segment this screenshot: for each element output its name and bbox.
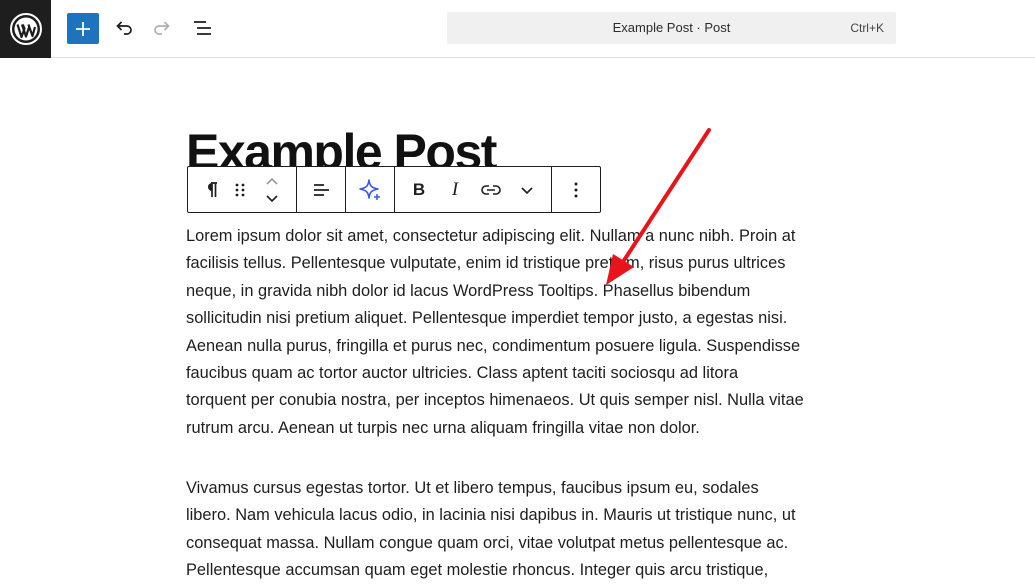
paragraph-line: torquent per conubia nostra, per incepto…	[186, 391, 804, 410]
move-up-down-buttons[interactable]	[258, 167, 286, 212]
align-button[interactable]	[297, 167, 345, 212]
paragraph-line: Pellentesque accumsan quam eget molestie…	[186, 561, 769, 580]
italic-button[interactable]: I	[441, 167, 469, 212]
wordpress-logo[interactable]	[0, 0, 51, 58]
document-overview-button[interactable]	[191, 16, 215, 40]
wordpress-logo-icon	[9, 13, 42, 45]
document-title: Example Post · Post	[612, 20, 731, 35]
more-formats-button[interactable]	[514, 167, 540, 212]
drag-handle-icon	[235, 183, 245, 196]
paragraph-line: neque, in gravida nibh dolor id lacus Wo…	[186, 281, 751, 300]
bold-button[interactable]: B	[405, 167, 433, 212]
redo-icon	[154, 21, 170, 35]
pilcrow-icon	[208, 181, 217, 197]
paragraph-line: Aenean nulla purus, fringilla et purus n…	[186, 336, 801, 355]
block-toolbar: B I	[187, 166, 601, 213]
add-block-button[interactable]	[67, 13, 99, 44]
paragraph-line: facilisis tellus. Pellentesque vulputate…	[186, 254, 786, 273]
shortcut-hint: Ctrl+K	[850, 21, 884, 35]
paragraph-block[interactable]: Lorem ipsum dolor sit amet, consectetur …	[186, 223, 876, 442]
undo-icon	[116, 21, 132, 35]
paragraph-line: rutrum arcu. Aenean ut turpis nec urna a…	[186, 418, 700, 437]
sparkle-icon	[359, 178, 380, 200]
chevron-up-down-icon	[266, 177, 278, 202]
paragraph-line: sollicitudin nisi pretium aliquet. Pelle…	[186, 309, 788, 328]
block-options-button[interactable]	[552, 167, 600, 212]
paragraph-line: Vivamus cursus egestas tortor. Ut et lib…	[186, 479, 759, 497]
paragraph-line: Lorem ipsum dolor sit amet, consectetur …	[186, 227, 796, 245]
more-vertical-icon	[574, 182, 578, 197]
link-button[interactable]	[476, 167, 506, 212]
link-icon	[481, 184, 501, 195]
paragraph-line: faucibus quam ac tortor auctor ultricies…	[186, 364, 739, 383]
undo-button[interactable]	[111, 16, 135, 40]
command-palette-bar[interactable]: Example Post · Post Ctrl+K	[447, 12, 896, 44]
redo-button[interactable]	[151, 16, 175, 40]
paragraph-block[interactable]: Vivamus cursus egestas tortor. Ut et lib…	[186, 475, 876, 585]
block-type-button[interactable]	[196, 167, 226, 212]
paragraph-line: consequat massa. Nullam congue quam orci…	[186, 533, 789, 552]
drag-handle[interactable]	[230, 167, 250, 212]
paragraph-line: libero. Nam vehicula lacus odio, in laci…	[186, 506, 796, 525]
editor-header: Example Post · Post Ctrl+K	[0, 0, 1035, 58]
chevron-down-icon	[521, 186, 533, 194]
align-left-icon	[314, 183, 329, 196]
list-view-icon	[194, 21, 211, 35]
ai-assistant-button[interactable]	[346, 167, 394, 212]
plus-icon	[76, 21, 90, 36]
